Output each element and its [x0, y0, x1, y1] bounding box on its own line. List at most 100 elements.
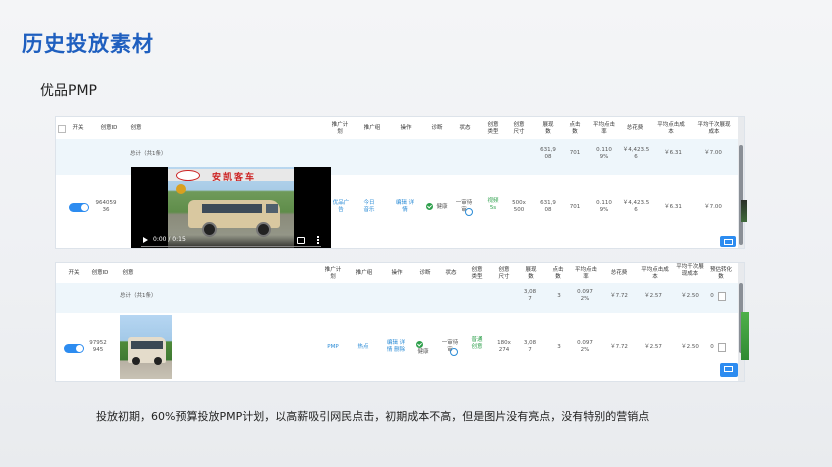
video-time: 0:00 / 0:15: [153, 236, 186, 243]
header-size: 创意尺寸: [498, 267, 510, 280]
header-impressions: 展现数: [542, 122, 554, 135]
fullscreen-icon[interactable]: [297, 237, 305, 244]
header-creative-id: 创意ID: [100, 125, 118, 131]
impressions: 3,087: [523, 340, 537, 353]
cpc: ￥2.57: [644, 344, 662, 350]
header-plan: 推广计划: [331, 122, 349, 135]
section-subtitle: 优品PMP: [40, 83, 97, 99]
diagnosis-text: 健康: [436, 204, 448, 210]
header-switch: 开关: [72, 125, 84, 131]
group-link[interactable]: 热点: [355, 344, 371, 351]
header-diagnosis: 诊断: [431, 125, 443, 131]
header-ops: 操作: [391, 270, 403, 276]
more-options-icon[interactable]: [317, 236, 319, 244]
header-switch: 开关: [68, 270, 80, 276]
summary-label: 总计（共1条）: [120, 293, 157, 299]
header-cpm: 平均千次展现成本: [697, 122, 731, 135]
plan-link[interactable]: PMP: [324, 344, 342, 351]
creative-size: 180x274: [497, 340, 511, 353]
plan-link[interactable]: 优品广告: [331, 200, 351, 213]
header-diagnosis: 诊断: [419, 270, 431, 276]
cpm: ￥2.50: [681, 344, 699, 350]
badge-icon: [176, 184, 186, 194]
creative-switch-toggle[interactable]: [69, 203, 89, 212]
ops-edit-link[interactable]: 编辑 详情 删除: [386, 340, 406, 353]
clicks: 701: [569, 204, 581, 210]
bus-image: [128, 337, 166, 365]
header-creative: 创意: [122, 270, 134, 276]
message-button[interactable]: [720, 236, 736, 247]
header-conv: 预估转化数: [709, 267, 732, 280]
cpm: ￥7.00: [704, 204, 722, 210]
clicks: 3: [557, 344, 561, 350]
header-cpm: 平均千次展现成本: [676, 264, 704, 277]
scrollbar-thumb[interactable]: [739, 145, 743, 245]
summary-cpc: ￥2.57: [644, 293, 662, 299]
message-button[interactable]: [720, 363, 738, 377]
summary-cpm: ￥7.00: [704, 150, 722, 156]
table-row: 96405936 安凯客车 0:00 / 0:15 优品广告 今日音乐 编辑 详…: [56, 167, 744, 248]
video-progress-bar[interactable]: [141, 246, 321, 247]
brand-logo-icon: [176, 170, 200, 181]
video-preview[interactable]: 安凯客车 0:00 / 0:15: [131, 167, 331, 248]
creative-switch-toggle[interactable]: [64, 344, 84, 353]
header-cost: 总花费: [626, 125, 644, 131]
header-ctr: 平均点击率: [574, 267, 597, 280]
header-type: 创意类型: [487, 122, 499, 135]
bus-image: [188, 200, 280, 237]
summary-label: 总计（共1条）: [130, 151, 167, 157]
slide-title: 历史投放素材: [22, 32, 154, 56]
creative-type: 视频 5s: [487, 198, 499, 211]
creative-size: 500x500: [512, 200, 526, 213]
health-ok-icon: [426, 203, 433, 210]
summary-impressions: 631,908: [540, 147, 556, 160]
play-icon[interactable]: [143, 237, 148, 243]
detail-doc-icon[interactable]: [718, 343, 726, 352]
table-header: 开关 创意ID 创意 推广计划 推广组 操作 诊断 状态 创意类型 创意尺寸 展…: [56, 263, 744, 284]
summary-clicks: 701: [569, 150, 581, 156]
header-group: 推广组: [363, 125, 381, 131]
status-info-icon[interactable]: [450, 348, 458, 356]
summary-cpc: ￥6.31: [664, 150, 682, 156]
total-cost: ￥7.72: [610, 344, 628, 350]
diagnosis-text: 健康: [417, 349, 429, 355]
ops-edit-link[interactable]: 编辑 详情: [395, 200, 415, 213]
status-info-icon[interactable]: [465, 208, 473, 216]
cpc: ￥6.31: [664, 204, 682, 210]
creative-table-video: 开关 创意ID 创意 推广计划 推广组 操作 诊断 状态 创意类型 创意尺寸 展…: [55, 116, 745, 249]
header-impressions: 展现数: [525, 267, 537, 280]
header-cpc: 平均点击成本: [657, 122, 685, 135]
detail-doc-icon[interactable]: [718, 292, 726, 301]
header-status: 状态: [459, 125, 471, 131]
header-creative-id: 创意ID: [91, 270, 109, 276]
header-clicks: 点击数: [552, 267, 564, 280]
header-type: 创意类型: [471, 267, 483, 280]
impressions: 631,908: [540, 200, 556, 213]
header-size: 创意尺寸: [513, 122, 525, 135]
header-group: 推广组: [355, 270, 373, 276]
header-cpc: 平均点击成本: [641, 267, 669, 280]
slide-caption: 投放初期，60%预算投放PMP计划，以高薪吸引网民点击，初期成本不高，但是图片没…: [96, 410, 650, 423]
select-all-checkbox[interactable]: [58, 125, 66, 133]
creative-type: 普通创意: [471, 337, 483, 350]
table-scrollbar[interactable]: [738, 117, 744, 248]
video-banner: 安凯客车: [168, 169, 294, 183]
header-plan: 推广计划: [324, 267, 342, 280]
video-banner-text: 安凯客车: [212, 173, 257, 183]
header-cost: 总花费: [610, 270, 628, 276]
group-link[interactable]: 今日音乐: [361, 200, 377, 213]
side-image-strip: [741, 200, 747, 222]
summary-cost: ￥7.72: [610, 293, 628, 299]
health-ok-icon: [416, 341, 423, 348]
table-header: 开关 创意ID 创意 推广计划 推广组 操作 诊断 状态 创意类型 创意尺寸 展…: [56, 117, 744, 140]
creative-id: 97952945: [89, 340, 107, 353]
header-creative: 创意: [130, 125, 142, 131]
total-cost: ￥4,423.56: [622, 200, 650, 213]
summary-row: 总计（共1条） 3,087 3 0.0972% ￥7.72 ￥2.57 ￥2.5…: [56, 283, 744, 314]
header-status: 状态: [445, 270, 457, 276]
ctr: 0.1109%: [596, 200, 612, 213]
creative-table-image: 开关 创意ID 创意 推广计划 推广组 操作 诊断 状态 创意类型 创意尺寸 展…: [55, 262, 745, 382]
creative-id: 96405936: [95, 200, 117, 213]
side-image-strip: [741, 312, 749, 360]
creative-thumbnail[interactable]: [120, 315, 172, 379]
